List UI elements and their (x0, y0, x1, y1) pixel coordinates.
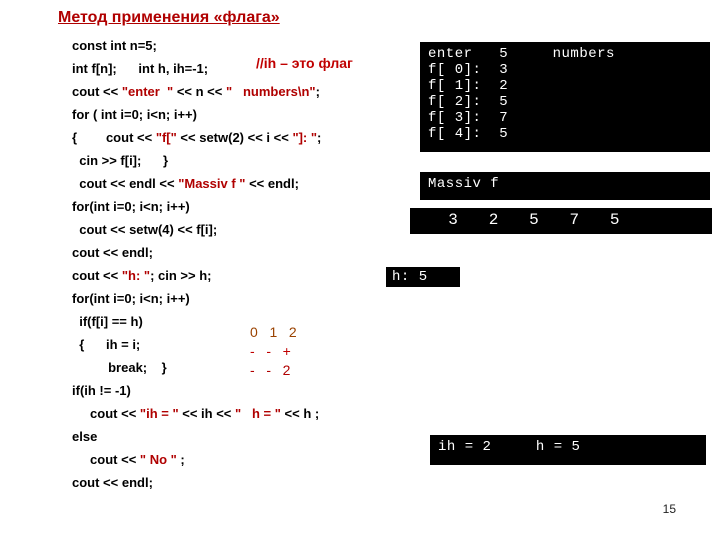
code-line: if(ih != -1) (72, 379, 321, 402)
code-line: { cout << "f[" << setw(2) << i << "]: "; (72, 126, 321, 149)
flag-comment: //ih – это флаг (256, 55, 353, 71)
code-line: for(int i=0; i<n; i++) (72, 195, 321, 218)
code-line: cin >> f[i]; } (72, 149, 321, 172)
trace-cell: - - + (250, 343, 291, 359)
code-line: cout << endl; (72, 471, 321, 494)
terminal-output-result: ih = 2 h = 5 (430, 435, 706, 465)
code-line: cout << "h: "; cin >> h; (72, 264, 321, 287)
code-line: cout << endl; (72, 241, 321, 264)
code-line: const int n=5; (72, 34, 321, 57)
code-line: for(int i=0; i<n; i++) (72, 287, 321, 310)
trace-cell: 0 1 2 (250, 324, 297, 340)
code-line: else (72, 425, 321, 448)
slide-title: Метод применения «флага» (58, 9, 280, 27)
code-line: cout << setw(4) << f[i]; (72, 218, 321, 241)
code-line: cout << "ih = " << ih << " h = " << h ; (72, 402, 321, 425)
code-line: cout << endl << "Massiv f " << endl; (72, 172, 321, 195)
code-line: for ( int i=0; i<n; i++) (72, 103, 321, 126)
terminal-output-input: enter 5 numbers f[ 0]: 3 f[ 1]: 2 f[ 2]:… (420, 42, 710, 152)
trace-table: 0 1 2 - - + - - 2 (250, 323, 297, 380)
trace-cell: - - 2 (250, 362, 290, 378)
page-number: 15 (663, 502, 676, 516)
terminal-output-array: 3 2 5 7 5 (410, 208, 712, 234)
terminal-output-header: Massiv f (420, 172, 710, 200)
terminal-output-h: h: 5 (386, 267, 460, 287)
code-line: cout << "enter " << n << " numbers\n"; (72, 80, 321, 103)
code-line: cout << " No " ; (72, 448, 321, 471)
code-block: const int n=5; int f[n]; int h, ih=-1; c… (72, 34, 321, 494)
